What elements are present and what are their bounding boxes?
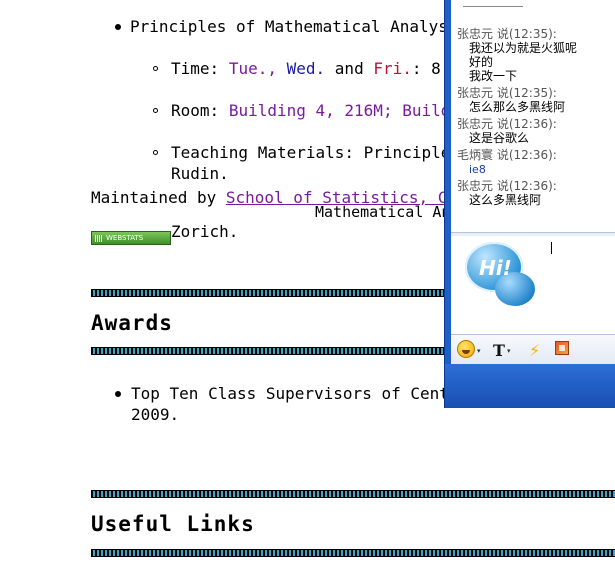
heading-rule xyxy=(91,289,446,297)
zorich-text: Zorich. xyxy=(171,222,239,241)
message-header: 张忠元 说(12:35): xyxy=(457,86,557,100)
message-line: ie8 xyxy=(469,163,486,176)
time-label: Time: xyxy=(171,59,220,78)
webstats-label: WEBSTATS xyxy=(106,234,144,242)
award-item-continued: 2009. xyxy=(131,405,180,424)
room-label: Room: xyxy=(171,101,220,120)
and-text: and xyxy=(334,59,364,78)
message-line: 这是谷歌么 xyxy=(469,131,530,145)
list-bullet xyxy=(153,66,158,71)
day-link-fri[interactable]: Fri. xyxy=(373,59,412,78)
chat-window: 张忠元 说(12:35): 我还以为就是火狐呢 好的 我改一下 张忠元 说(12… xyxy=(445,0,615,408)
chat-toolbar: ▾ T ▾ ⚡ xyxy=(451,334,615,365)
chat-history[interactable]: 张忠元 说(12:35): 我还以为就是火狐呢 好的 我改一下 张忠元 说(12… xyxy=(451,0,615,232)
award-item: Top Ten Class Supervisors of Centra xyxy=(131,384,469,403)
chat-footer xyxy=(445,364,615,408)
text-caret xyxy=(551,242,552,254)
chat-separator xyxy=(463,6,523,7)
maintained-by-label: Maintained by xyxy=(91,188,217,207)
heading-rule xyxy=(91,549,615,557)
webstats-chart-icon xyxy=(95,235,103,242)
heading-rule xyxy=(91,347,446,355)
chevron-down-icon[interactable]: ▾ xyxy=(507,347,511,355)
chevron-down-icon[interactable]: ▾ xyxy=(477,347,481,355)
message-line: 好的 xyxy=(469,55,494,69)
awards-heading: Awards xyxy=(91,311,173,335)
message-line: 我还以为就是火狐呢 xyxy=(469,41,578,55)
time-line: Time: Tue., Wed. and Fri.: 8:00 xyxy=(171,60,470,78)
room-link[interactable]: Building 4, 216M; xyxy=(229,101,393,120)
course-title: Principles of Mathematical Analysis xyxy=(130,17,468,36)
day-link-wed[interactable]: Wed. xyxy=(287,59,326,78)
message-header: 张忠元 说(12:35): xyxy=(457,27,557,41)
list-bullet xyxy=(153,150,158,155)
list-bullet xyxy=(115,24,121,30)
font-button[interactable]: T xyxy=(493,341,505,360)
avatar-text: Hi! xyxy=(479,256,512,280)
emoticon-icon[interactable] xyxy=(457,340,475,358)
message-line: 我改一下 xyxy=(469,69,518,83)
heading-rule xyxy=(91,490,615,498)
day-link-tue[interactable]: Tue., xyxy=(229,59,277,78)
webstats-badge[interactable]: WEBSTATS xyxy=(91,231,171,245)
message-input[interactable]: Hi! xyxy=(451,236,615,334)
message-line: 这么多黑线阿 xyxy=(469,193,542,207)
overlap-text: Mathematical An xyxy=(315,203,451,221)
message-header: 毛炳寰 说(12:36): xyxy=(457,148,557,162)
message-header: 张忠元 说(12:36): xyxy=(457,117,557,131)
message-line: 怎么那么多黑线阿 xyxy=(469,100,566,114)
materials-continued: Rudin. xyxy=(171,164,229,183)
useful-links-heading: Useful Links xyxy=(91,512,255,536)
list-bullet xyxy=(153,108,158,113)
room-line: Room: Building 4, 216M; Buildin xyxy=(171,102,470,120)
list-bullet xyxy=(115,391,121,397)
materials-line: Teaching Materials: Principles xyxy=(171,143,460,162)
message-header: 张忠元 说(12:36): xyxy=(457,179,557,193)
screenshot-icon[interactable] xyxy=(555,341,569,355)
nudge-icon[interactable]: ⚡ xyxy=(529,341,540,360)
